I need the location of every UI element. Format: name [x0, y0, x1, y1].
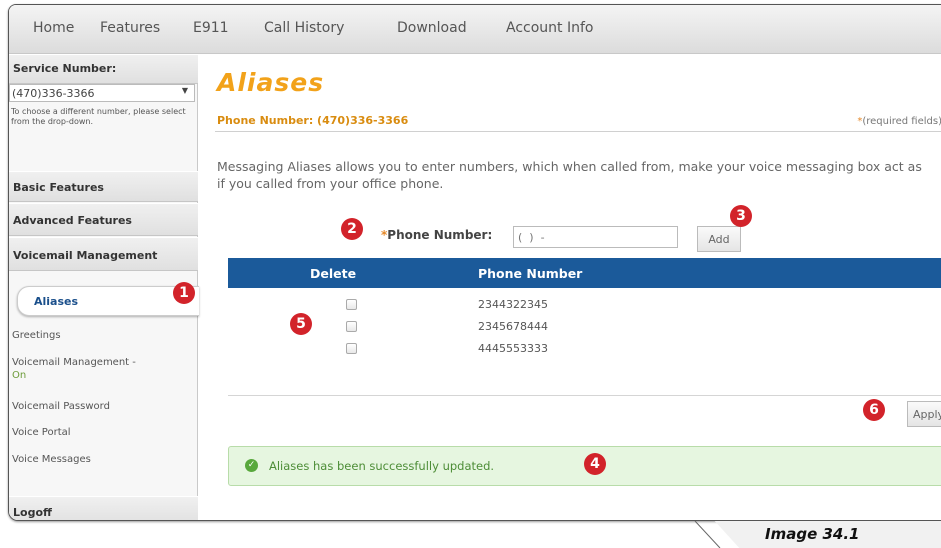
nav-home[interactable]: Home	[33, 20, 74, 36]
divider	[215, 131, 941, 132]
sidebar-advanced-features-label: Advanced Features	[13, 214, 132, 227]
sidebar-logoff[interactable]: Logoff	[9, 496, 198, 520]
page-title: Aliases	[217, 68, 325, 97]
top-navigation: Home Features E911 Call History Download…	[9, 5, 941, 54]
nav-e911[interactable]: E911	[193, 20, 229, 36]
service-number-label: Service Number:	[13, 62, 117, 75]
phone-number-label-text: Phone Number:	[387, 228, 493, 242]
callout-marker-3: 3	[730, 205, 752, 227]
sidebar-basic-features[interactable]: Basic Features	[9, 171, 198, 202]
phone-number-label: *Phone Number:	[381, 228, 493, 242]
image-caption: Image 34.1	[714, 521, 941, 548]
sidebar-voicemail-management[interactable]: Voicemail Management	[9, 237, 198, 271]
sidebar-item-voicemail-management-label: Voicemail Management -	[12, 357, 136, 368]
apply-button[interactable]: Apply	[907, 401, 941, 427]
callout-marker-5: 5	[290, 313, 312, 335]
voicemail-status: On	[12, 370, 27, 381]
column-header-delete: Delete	[310, 266, 357, 281]
callout-marker-6: 6	[863, 399, 885, 421]
column-header-phone-number: Phone Number	[478, 266, 583, 281]
service-number-hint: To choose a different number, please sel…	[11, 107, 186, 126]
service-number-value: (470)336-3366	[12, 87, 95, 100]
nav-features[interactable]: Features	[100, 20, 160, 36]
table-row: 4445553333	[228, 342, 941, 362]
app-window: Home Features E911 Call History Download…	[8, 4, 941, 521]
nav-account-info[interactable]: Account Info	[506, 20, 593, 36]
table-header: Delete Phone Number	[228, 258, 941, 288]
sidebar-item-greetings[interactable]: Greetings	[12, 329, 61, 342]
required-note-text: (required fields)	[862, 116, 941, 127]
alias-phone-number: 4445553333	[478, 342, 548, 355]
table-row: 2344322345	[228, 298, 941, 318]
delete-checkbox[interactable]	[346, 299, 357, 310]
callout-marker-4: 4	[584, 453, 606, 475]
sidebar-item-aliases[interactable]: Aliases	[17, 286, 199, 316]
table-row: 2345678444	[228, 320, 941, 340]
callout-marker-1: 1	[173, 282, 195, 304]
nav-download[interactable]: Download	[397, 20, 467, 36]
main-content: Aliases Phone Number: (470)336-3366 *(re…	[199, 54, 941, 520]
sidebar-item-voicemail-password[interactable]: Voicemail Password	[12, 400, 110, 413]
chevron-down-icon: ▼	[181, 86, 188, 95]
phone-number-input[interactable]	[513, 226, 678, 248]
sidebar-item-voice-messages[interactable]: Voice Messages	[12, 453, 91, 466]
add-button[interactable]: Add	[697, 226, 741, 252]
delete-checkbox[interactable]	[346, 321, 357, 332]
callout-marker-2: 2	[341, 218, 363, 240]
sidebar-voicemail-management-label: Voicemail Management	[13, 249, 158, 262]
logoff-label: Logoff	[13, 506, 52, 519]
sidebar-item-aliases-label: Aliases	[34, 295, 79, 308]
service-number-header: Service Number:	[9, 54, 198, 84]
sidebar-basic-features-label: Basic Features	[13, 181, 104, 194]
alias-phone-number: 2345678444	[478, 320, 548, 333]
required-note: *(required fields)	[857, 116, 941, 127]
page-description: Messaging Aliases allows you to enter nu…	[217, 159, 922, 191]
alias-phone-number: 2344322345	[478, 298, 548, 311]
phone-number-heading: Phone Number: (470)336-3366	[217, 114, 409, 127]
service-number-select[interactable]: (470)336-3366 ▼	[9, 84, 195, 102]
divider	[228, 395, 941, 396]
delete-checkbox[interactable]	[346, 343, 357, 354]
nav-call-history[interactable]: Call History	[264, 20, 344, 36]
success-message: Aliases has been successfully updated.	[269, 459, 495, 473]
sidebar-item-voice-portal[interactable]: Voice Portal	[12, 426, 71, 439]
check-circle-icon: ✓	[245, 459, 258, 472]
sidebar-advanced-features[interactable]: Advanced Features	[9, 203, 198, 236]
sidebar-item-voicemail-management[interactable]: Voicemail Management - On	[12, 356, 136, 382]
caption-text: Image 34.1	[765, 525, 860, 543]
sidebar: Service Number: (470)336-3366 ▼ To choos…	[9, 54, 199, 520]
